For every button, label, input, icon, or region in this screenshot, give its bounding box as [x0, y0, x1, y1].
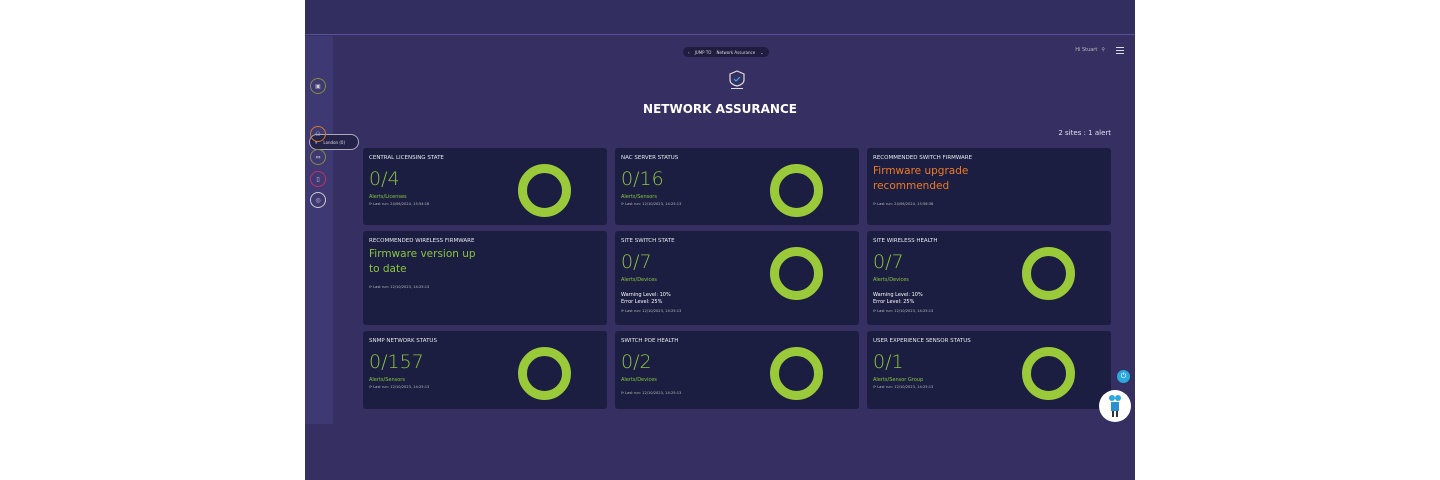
network-link-icon[interactable]: ⇔ — [310, 149, 326, 165]
status-donut-chart — [770, 164, 823, 217]
alert-count: 0/2 — [621, 351, 652, 373]
card-nac-server-status[interactable]: NAC SERVER STATUS 0/16 Alerts/Sensors ⟳ Las… — [615, 148, 859, 225]
chevron-down-icon[interactable]: ⌄ — [760, 50, 763, 55]
card-recommended-switch-firmware[interactable]: RECOMMENDED SWITCH FIRMWARE Firmware upgr… — [867, 148, 1111, 225]
chatbot-avatar[interactable] — [1099, 390, 1131, 422]
alert-count: 0/16 — [621, 168, 664, 190]
card-user-experience-sensor-status[interactable]: USER EXPERIENCE SENSOR STATUS 0/1 Alerts/S… — [867, 331, 1111, 409]
alert-count: 0/4 — [369, 168, 400, 190]
alert-count: 0/157 — [369, 351, 424, 373]
status-donut-chart — [1022, 247, 1075, 300]
sidebar: ▣ ⌾ London (0) ⚇ ⇔ ▯ ◎ — [305, 36, 359, 424]
alert-unit: Alerts/Licenses — [369, 194, 407, 200]
location-label: London (0) — [323, 139, 346, 145]
alert-unit: Alerts/Sensors — [621, 194, 657, 200]
card-site-switch-state[interactable]: SITE SWITCH STATE 0/7 Alerts/Devices Warnin… — [615, 231, 859, 325]
back-chevron-icon[interactable]: ‹ — [688, 50, 690, 55]
jump-to-label: JUMP TO — [694, 49, 712, 55]
card-title: NAC SERVER STATUS — [621, 155, 679, 161]
card-title: RECOMMENDED WIRELESS FIRMWARE — [369, 238, 475, 244]
alert-unit: Alerts/Devices — [873, 277, 909, 283]
last-run: ⟳ Last run: 12/10/2023, 14:25:13 — [621, 202, 682, 206]
robot-icon — [1109, 395, 1121, 417]
error-level: Error Level: 25% — [621, 299, 663, 305]
alert-count: 0/7 — [873, 251, 904, 273]
alert-count: 0/1 — [873, 351, 904, 373]
alert-count: 0/7 — [621, 251, 652, 273]
card-message: Firmware upgrade recommended — [873, 165, 969, 192]
card-message: Firmware version up to date — [369, 248, 476, 275]
last-run: ⟳ Last run: 12/10/2023, 14:25:13 — [621, 391, 682, 395]
settings-icon[interactable]: ◎ — [310, 192, 326, 208]
status-donut-chart — [770, 347, 823, 400]
app: ▣ ⌾ London (0) ⚇ ⇔ ▯ ◎ ‹ JUMP TO Network … — [305, 0, 1135, 480]
last-run: ⟳ Last run: 24/06/2024, 15:56:36 — [873, 202, 934, 206]
card-title: SITE SWITCH STATE — [621, 238, 675, 244]
last-run: ⟳ Last run: 12/10/2023, 14:25:13 — [369, 385, 430, 389]
card-title: RECOMMENDED SWITCH FIRMWARE — [873, 155, 973, 161]
status-donut-chart — [518, 164, 571, 217]
card-site-wireless-health[interactable]: SITE WIRELESS HEALTH 0/7 Alerts/Devices War… — [867, 231, 1111, 325]
last-run: ⟳ Last run: 12/10/2023, 14:25:13 — [873, 385, 934, 389]
warning-level: Warning Level: 10% — [873, 292, 923, 298]
top-bar — [305, 0, 1135, 35]
user-icon: ⚲ — [1101, 47, 1105, 53]
dashboard-icon[interactable]: ▣ — [310, 78, 326, 94]
status-donut-chart — [770, 247, 823, 300]
device-icon[interactable]: ▯ — [310, 171, 326, 187]
last-run: ⟳ Last run: 12/10/2023, 14:25:13 — [621, 309, 682, 313]
alert-unit: Alerts/Sensors — [369, 377, 405, 383]
status-donut-chart — [1022, 347, 1075, 400]
card-title: SITE WIRELESS HEALTH — [873, 238, 938, 244]
page-title: NETWORK ASSURANCE — [643, 102, 797, 116]
hamburger-menu-icon[interactable] — [1116, 47, 1124, 54]
help-button[interactable]: ⏻ — [1117, 370, 1130, 383]
card-title: USER EXPERIENCE SENSOR STATUS — [873, 338, 971, 344]
user-greeting[interactable]: Hi Stuart ⚲ — [1075, 47, 1105, 53]
card-title: CENTRAL LICENSING STATE — [369, 155, 444, 161]
card-snmp-network-status[interactable]: SNMP NETWORK STATUS 0/157 Alerts/Sensors ⟳ … — [363, 331, 607, 409]
alert-summary: 2 sites : 1 alert — [1058, 129, 1111, 137]
card-title: SNMP NETWORK STATUS — [369, 338, 437, 344]
card-central-licensing-state[interactable]: CENTRAL LICENSING STATE 0/4 Alerts/License… — [363, 148, 607, 225]
error-level: Error Level: 25% — [873, 299, 915, 305]
shield-check-icon — [729, 70, 745, 89]
card-recommended-wireless-firmware[interactable]: RECOMMENDED WIRELESS FIRMWARE Firmware ve… — [363, 231, 607, 325]
jump-to-bar[interactable]: ‹ JUMP TO Network Assurance ⌄ — [683, 47, 769, 57]
alert-unit: Alerts/Devices — [621, 277, 657, 283]
last-run: ⟳ Last run: 24/06/2024, 15:54:18 — [369, 202, 430, 206]
last-run: ⟳ Last run: 12/10/2023, 14:25:13 — [369, 285, 430, 289]
warning-level: Warning Level: 10% — [621, 292, 671, 298]
alert-unit: Alerts/Devices — [621, 377, 657, 383]
status-donut-chart — [518, 347, 571, 400]
greeting-text: Hi Stuart — [1075, 47, 1098, 53]
people-icon[interactable]: ⚇ — [310, 126, 326, 142]
jump-to-select[interactable]: Network Assurance — [716, 50, 755, 55]
alert-unit: Alerts/Sensor Group — [873, 377, 924, 383]
card-title: SWITCH POE HEALTH — [621, 338, 679, 344]
card-switch-poe-health[interactable]: SWITCH POE HEALTH 0/2 Alerts/Devices ⟳ Last… — [615, 331, 859, 409]
last-run: ⟳ Last run: 12/10/2023, 14:25:13 — [873, 309, 934, 313]
